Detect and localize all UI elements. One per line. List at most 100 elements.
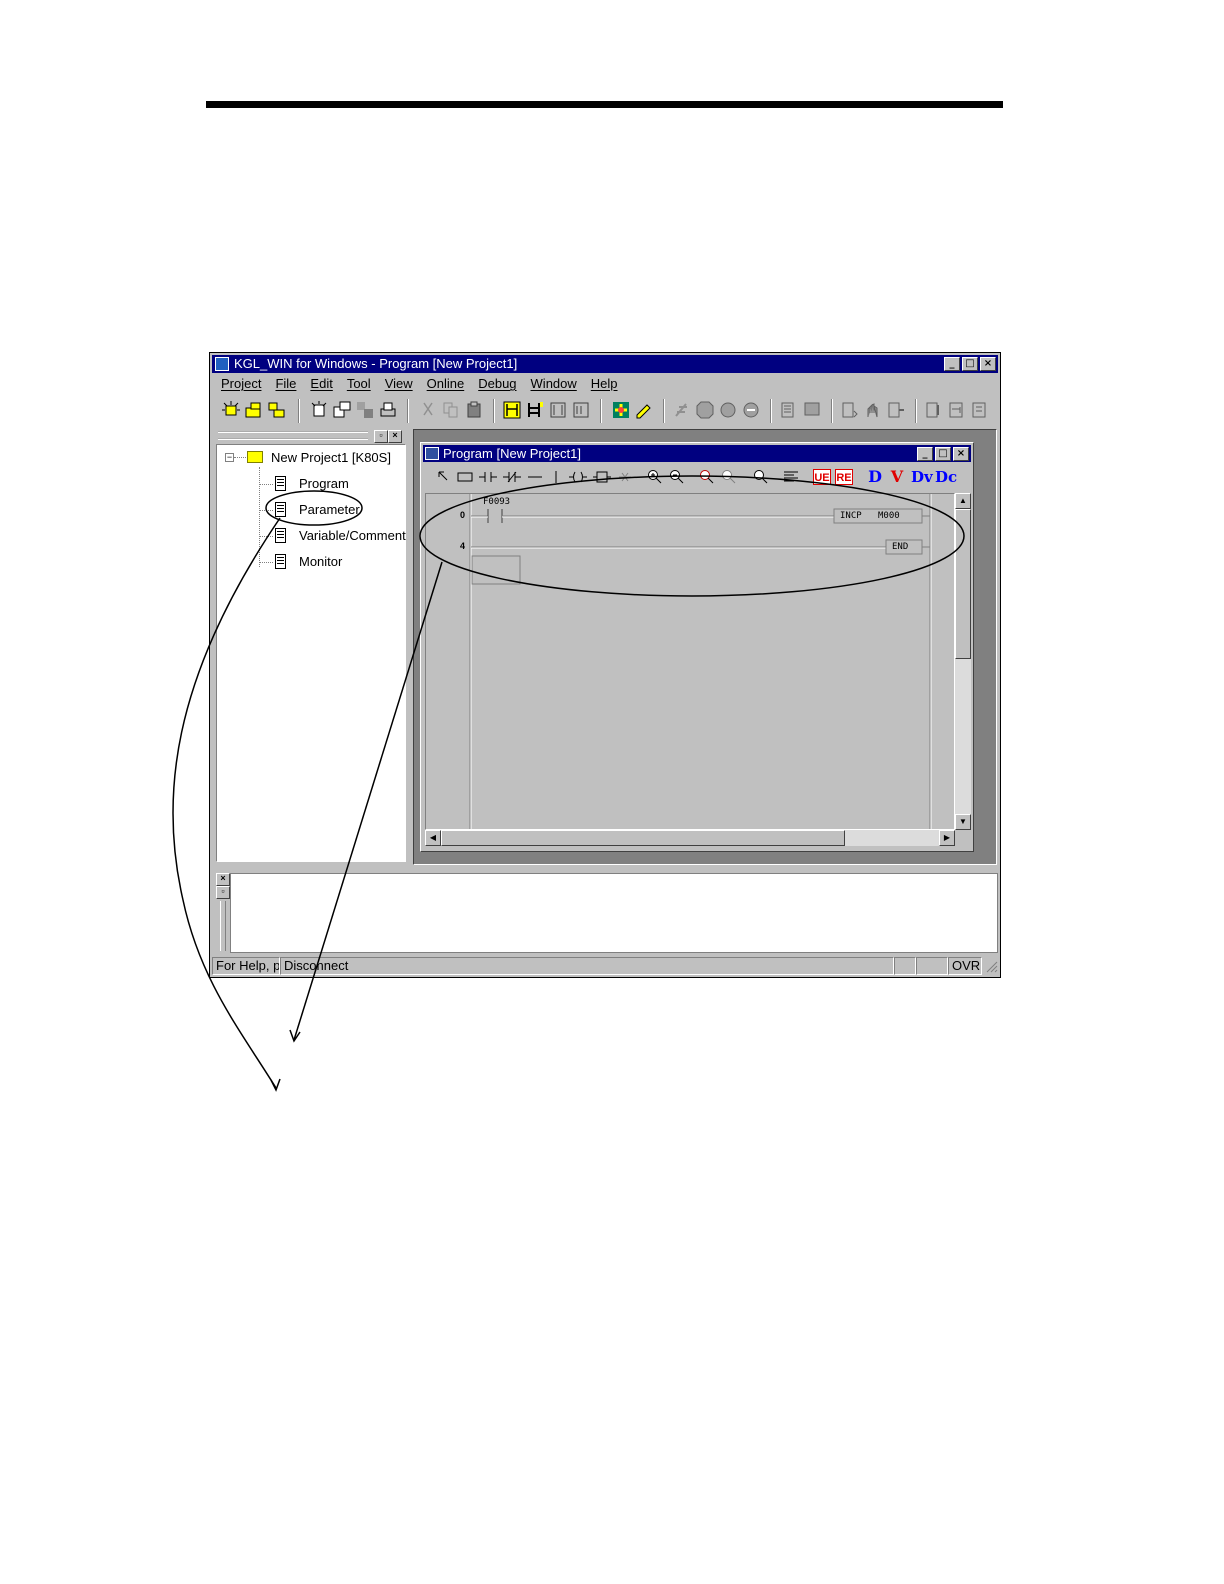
main-title-bar[interactable]: KGL_WIN for Windows - Program [New Proje… bbox=[212, 355, 998, 373]
main-window-title: KGL_WIN for Windows - Program [New Proje… bbox=[234, 356, 518, 371]
minimize-button[interactable]: _ bbox=[944, 357, 960, 371]
scroll-down-icon[interactable]: ▼ bbox=[955, 814, 971, 830]
new-project-icon[interactable] bbox=[222, 401, 240, 419]
menu-edit[interactable]: Edit bbox=[303, 374, 339, 393]
open-project-icon[interactable] bbox=[245, 401, 263, 419]
menu-project[interactable]: Project bbox=[214, 374, 268, 393]
select-arrow-icon[interactable] bbox=[435, 469, 451, 485]
message-pane: × ▫ bbox=[214, 871, 998, 955]
align-icon[interactable] bbox=[783, 469, 799, 485]
ladder-toolbar: UE RE D V Dv Dc bbox=[425, 465, 969, 489]
menu-bar: Project File Edit Tool View Online Debug… bbox=[214, 374, 625, 393]
project-tree: − New Project1 [K80S] Program Parameter … bbox=[216, 444, 406, 862]
menu-help[interactable]: Help bbox=[584, 374, 625, 393]
replace-icon[interactable] bbox=[753, 469, 769, 485]
open-file-icon[interactable] bbox=[333, 401, 351, 419]
coil-icon[interactable] bbox=[569, 469, 587, 485]
program-minimize-button[interactable]: _ bbox=[917, 447, 933, 461]
pause-icon[interactable] bbox=[719, 401, 737, 419]
print-icon[interactable] bbox=[379, 401, 397, 419]
monitor-stop-icon[interactable] bbox=[803, 401, 821, 419]
re-icon[interactable]: RE bbox=[835, 469, 853, 485]
mnemonic-view-icon[interactable] bbox=[549, 401, 567, 419]
step-icon[interactable] bbox=[841, 401, 859, 419]
menu-debug[interactable]: Debug bbox=[471, 374, 523, 393]
connect-icon[interactable] bbox=[612, 401, 630, 419]
project-name: New Project1 [K80S] bbox=[271, 450, 391, 465]
status-mode: OVR bbox=[948, 957, 982, 975]
rectangle-select-icon[interactable] bbox=[457, 469, 473, 485]
close-button[interactable]: × bbox=[980, 357, 996, 371]
cut-icon[interactable] bbox=[419, 401, 437, 419]
run-icon[interactable] bbox=[673, 401, 691, 419]
zoom-in-icon[interactable] bbox=[647, 469, 663, 485]
function-block-icon[interactable] bbox=[593, 469, 611, 485]
vertical-scroll-thumb[interactable] bbox=[955, 509, 971, 659]
ladder-view-icon[interactable] bbox=[503, 401, 521, 419]
program-title-bar[interactable]: Program [New Project1] _ □ × bbox=[423, 445, 971, 462]
collapse-icon[interactable]: − bbox=[225, 453, 234, 462]
new-file-icon[interactable] bbox=[310, 401, 328, 419]
ladder-edit-icon[interactable] bbox=[526, 401, 544, 419]
menu-file[interactable]: File bbox=[268, 374, 303, 393]
hand-icon[interactable] bbox=[864, 401, 882, 419]
trace-icon[interactable] bbox=[925, 401, 943, 419]
compile-icon[interactable] bbox=[572, 401, 590, 419]
toolbar-separator bbox=[493, 399, 495, 423]
device-variable-icon[interactable]: Dv bbox=[911, 469, 933, 485]
program-window-title: Program [New Project1] bbox=[443, 446, 581, 461]
paste-icon[interactable] bbox=[465, 401, 483, 419]
message-restore-icon[interactable]: ▫ bbox=[216, 886, 230, 899]
stop-icon[interactable] bbox=[696, 401, 714, 419]
breakpoint-icon[interactable] bbox=[948, 401, 966, 419]
tree-item-label: Parameter bbox=[299, 502, 360, 517]
vertical-line-icon[interactable] bbox=[551, 469, 561, 485]
program-close-button[interactable]: × bbox=[953, 447, 969, 461]
zoom-out-icon[interactable] bbox=[669, 469, 685, 485]
menu-view[interactable]: View bbox=[378, 374, 420, 393]
variable-v-icon[interactable]: V bbox=[889, 469, 905, 485]
save-file-icon[interactable] bbox=[356, 401, 374, 419]
menu-window[interactable]: Window bbox=[524, 374, 584, 393]
ladder-editor[interactable]: 0 F0093 INCP M000 4 END bbox=[425, 493, 955, 830]
horizontal-scroll-thumb[interactable] bbox=[441, 830, 845, 846]
normally-open-contact-icon[interactable] bbox=[479, 469, 497, 485]
reset-icon[interactable] bbox=[742, 401, 760, 419]
menu-online[interactable]: Online bbox=[420, 374, 472, 393]
monitor-start-icon[interactable] bbox=[780, 401, 798, 419]
message-output[interactable] bbox=[230, 873, 998, 953]
instruction-label: INCP bbox=[840, 511, 862, 521]
vertical-scrollbar[interactable]: ▲ ▼ bbox=[955, 493, 971, 830]
device-comment-icon[interactable]: Dc bbox=[935, 469, 957, 485]
message-grip[interactable] bbox=[220, 901, 226, 951]
pane-restore-icon[interactable]: ▫ bbox=[374, 430, 388, 443]
message-close-icon[interactable]: × bbox=[216, 873, 230, 886]
find-next-icon[interactable] bbox=[721, 469, 737, 485]
write-plc-icon[interactable] bbox=[635, 401, 653, 419]
device-d-icon[interactable]: D bbox=[867, 469, 883, 485]
debug-next-icon[interactable] bbox=[971, 401, 989, 419]
horizontal-scrollbar[interactable]: ◀ ▶ bbox=[425, 830, 955, 846]
folder-icon bbox=[247, 451, 263, 463]
normally-closed-contact-icon[interactable] bbox=[503, 469, 521, 485]
pane-grip[interactable] bbox=[218, 431, 368, 440]
maximize-button[interactable]: □ bbox=[962, 357, 978, 371]
rung-step-4: 4 bbox=[460, 541, 466, 551]
resize-grip-icon[interactable] bbox=[984, 959, 998, 973]
pane-close-icon[interactable]: × bbox=[388, 430, 402, 443]
go-icon[interactable] bbox=[887, 401, 905, 419]
program-maximize-button[interactable]: □ bbox=[935, 447, 951, 461]
scroll-up-icon[interactable]: ▲ bbox=[955, 493, 971, 509]
toolbar-separator bbox=[407, 399, 409, 423]
copy-icon[interactable] bbox=[442, 401, 460, 419]
menu-tool[interactable]: Tool bbox=[340, 374, 378, 393]
find-icon[interactable] bbox=[699, 469, 715, 485]
delete-cell-icon[interactable] bbox=[617, 469, 633, 485]
scroll-right-icon[interactable]: ▶ bbox=[939, 830, 955, 846]
document-icon bbox=[275, 476, 286, 491]
scroll-left-icon[interactable]: ◀ bbox=[425, 830, 441, 846]
toolbar-separator bbox=[663, 399, 665, 423]
save-project-icon[interactable] bbox=[268, 401, 286, 419]
ue-icon[interactable]: UE bbox=[813, 469, 831, 485]
horizontal-line-icon[interactable] bbox=[527, 469, 543, 485]
